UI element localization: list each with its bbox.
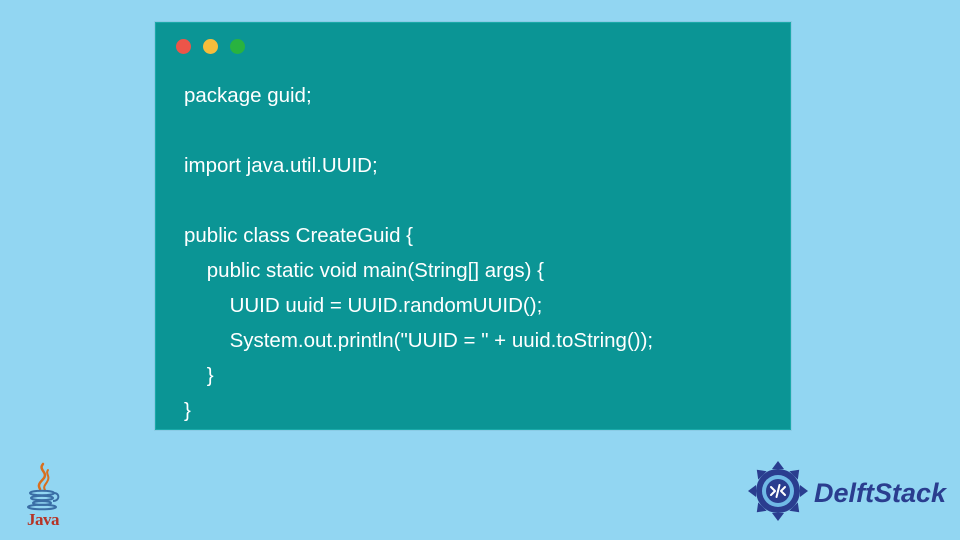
code-window: package guid; import java.util.UUID; pub… [155,22,791,430]
maximize-icon [230,39,245,54]
delftstack-logo: DelftStack [746,459,946,528]
java-logo: Java [18,462,68,530]
java-cup-icon [18,462,68,512]
close-icon [176,39,191,54]
window-traffic-lights [176,39,245,54]
code-block: package guid; import java.util.UUID; pub… [184,78,653,428]
delftstack-gear-icon [746,459,810,528]
java-logo-label: Java [18,510,68,530]
minimize-icon [203,39,218,54]
delftstack-logo-label: DelftStack [814,478,946,509]
